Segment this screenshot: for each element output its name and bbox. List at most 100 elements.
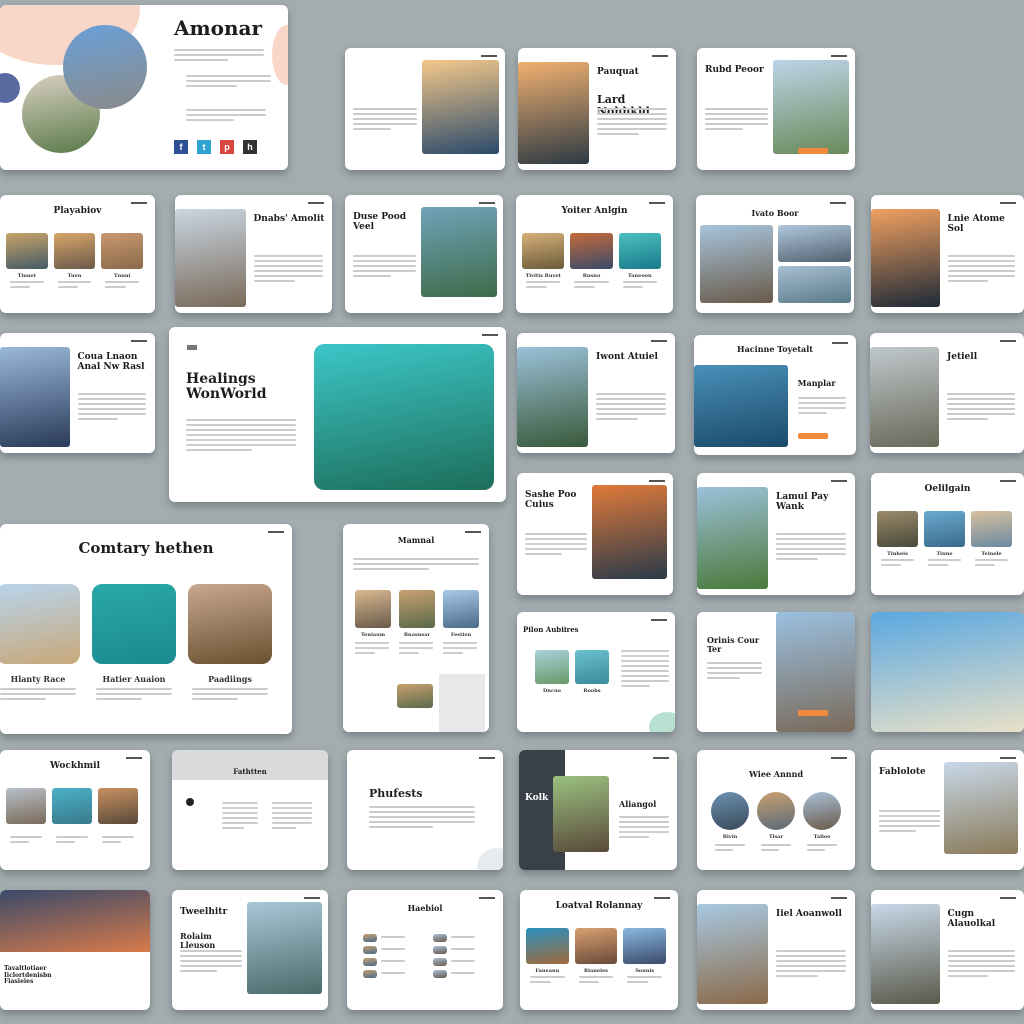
slide-title: Lamul Pay Wank xyxy=(776,492,829,512)
gray-panel xyxy=(439,674,485,732)
bullet-dot xyxy=(186,798,194,806)
slide-thumbnail[interactable]: Wockhmil xyxy=(0,750,150,870)
slide-image xyxy=(517,347,589,447)
slide-thumbnail[interactable]: Lnie Atome Sol xyxy=(871,195,1024,313)
slide-thumbnail[interactable]: Sashe Poo Cuius xyxy=(517,473,673,595)
slide-thumbnail[interactable]: Haebiol xyxy=(347,890,503,1010)
slide-thumbnail[interactable]: Orinis Cour Ter xyxy=(697,612,855,732)
slide-title: Jetiell xyxy=(947,352,978,362)
slide-logo xyxy=(831,55,847,57)
slide-thumbnail[interactable]: Hacinne Toyetalt Manplar xyxy=(694,335,856,455)
slide-thumbnail[interactable]: Dnabs' Amolit xyxy=(175,195,332,313)
slide-thumbnail[interactable]: Lamul Pay Wank xyxy=(697,473,855,595)
cta-button[interactable] xyxy=(798,148,829,154)
slide-thumbnail[interactable]: Fablolote xyxy=(871,750,1024,870)
body-text xyxy=(881,559,914,569)
slide-thumbnail[interactable]: Ivato Boor xyxy=(696,195,854,313)
body-text xyxy=(627,976,662,986)
slide-logo xyxy=(465,531,481,533)
body-text xyxy=(174,49,264,64)
image-caption: Rianeies xyxy=(583,968,608,974)
slide-thumbnail[interactable]: Fathtten xyxy=(172,750,328,870)
slide-image xyxy=(6,788,46,824)
slide-title: Manplar xyxy=(797,378,836,388)
slide-thumbnail[interactable]: Tweelhitr Rolaim Lleuson xyxy=(172,890,328,1010)
slide-image xyxy=(433,970,447,978)
body-text xyxy=(707,662,763,682)
body-text xyxy=(975,559,1008,569)
slide-thumbnail[interactable]: Iiel Aoanwoll xyxy=(697,890,855,1010)
slide-title: Pilon Aubiires xyxy=(523,625,579,634)
slide-logo xyxy=(479,897,495,899)
cta-button[interactable] xyxy=(798,710,829,716)
other-social-icon[interactable]: h xyxy=(243,140,257,154)
slide-image xyxy=(188,584,272,664)
slide-thumbnail[interactable]: Duse Pood Veel xyxy=(345,195,503,313)
image-caption: Rnsno xyxy=(582,273,601,279)
slide-thumbnail[interactable]: Comtary hethen Hlanty Race Hatier Auaion Pa… xyxy=(0,524,292,734)
slide-title: Playabiov xyxy=(53,206,102,216)
body-text xyxy=(451,948,491,953)
slide-logo xyxy=(1000,202,1016,204)
body-text xyxy=(10,836,42,846)
image-caption: Faneanu xyxy=(535,968,560,974)
slide-thumbnail[interactable]: Oelilgain Tinheis Tinne Teinole xyxy=(871,473,1024,595)
slide-thumbnail[interactable]: Iwont Atuiel xyxy=(517,333,675,453)
slide-image xyxy=(363,970,377,978)
slide-image xyxy=(0,347,70,447)
slide-image xyxy=(399,590,435,628)
image-caption: Tlsar xyxy=(768,834,784,840)
slide-thumbnail[interactable]: Phufests xyxy=(347,750,503,870)
image-caption: Hlanty Race xyxy=(10,674,66,684)
image-caption: Tinne xyxy=(936,551,953,557)
slide-image xyxy=(697,904,769,1004)
slide-image xyxy=(700,225,773,303)
facebook-icon[interactable]: f xyxy=(174,140,188,154)
slide-title: Lnie Atome Sol xyxy=(947,214,1005,234)
body-text xyxy=(776,950,846,980)
slide-thumbnail[interactable]: Yoiter Anlgin Tivitis Ruvet Rnsno Taneoon xyxy=(516,195,673,313)
image-caption: Tinnet xyxy=(17,273,37,279)
slide-image xyxy=(53,233,96,269)
body-text xyxy=(57,281,92,291)
slide-title: Duse Pood Veel xyxy=(353,212,407,232)
twitter-icon[interactable]: t xyxy=(197,140,211,154)
slide-thumbnail[interactable]: Loatval Rolannay Faneanu Rianeies Sounis xyxy=(520,890,678,1010)
body-text xyxy=(797,397,847,417)
slide-title: Wockhmil xyxy=(50,761,100,771)
image-caption: Rivin xyxy=(722,834,738,840)
slide-title: Iiel Aoanwoll xyxy=(776,909,842,919)
slide-image xyxy=(101,233,143,269)
slide-thumbnail[interactable]: Pilon Aubiires Dncuo Roobs xyxy=(517,612,675,732)
slide-thumbnail[interactable]: Mamnal Teniaum Rnasnsar Festien xyxy=(343,524,489,732)
slide-image xyxy=(971,511,1012,547)
slide-thumbnail[interactable]: Wiee Annnd Rivin Tlsar Talioe xyxy=(697,750,855,870)
slide-thumbnail[interactable]: Playabiov Tinnet Tuen Tnnni xyxy=(0,195,155,313)
slide-thumbnail[interactable]: Pauquat Lard Nohhkld xyxy=(518,48,676,170)
slide-title: Yoiter Anlgin xyxy=(561,206,628,216)
body-text xyxy=(180,950,243,975)
pinterest-icon[interactable]: p xyxy=(220,140,234,154)
slide-thumbnail[interactable]: Cugn Alauolkal xyxy=(871,890,1024,1010)
slide-thumbnail[interactable]: Coua Lnaon Anal Nw Rasl xyxy=(0,333,155,453)
slide-image xyxy=(618,233,661,269)
slide-thumbnail[interactable]: Tavaltlotiaer Iiclortdenisbn Fiasieies xyxy=(0,890,150,1010)
body-text xyxy=(381,936,421,941)
featured-slide-amonar[interactable]: Amonar f t p h xyxy=(0,5,288,170)
slide-thumbnail[interactable]: Rubd Peoor xyxy=(697,48,855,170)
slide-thumbnail[interactable] xyxy=(345,48,505,170)
slide-logo xyxy=(131,340,147,342)
slide-thumbnail[interactable]: Jetiell xyxy=(870,333,1024,453)
body-text xyxy=(621,650,669,690)
slide-thumbnail[interactable] xyxy=(871,612,1024,732)
mint-blob xyxy=(477,848,503,870)
image-caption: Festien xyxy=(450,632,472,638)
slide-thumbnail[interactable]: Healings WonWorld xyxy=(169,327,506,502)
image-caption: Tinheis xyxy=(887,551,908,557)
body-text xyxy=(619,816,669,841)
slide-logo xyxy=(308,202,324,204)
cta-button[interactable] xyxy=(797,433,828,439)
slide-logo xyxy=(304,897,320,899)
body-text xyxy=(597,108,667,138)
slide-thumbnail[interactable]: Kolk Aliangol xyxy=(519,750,677,870)
